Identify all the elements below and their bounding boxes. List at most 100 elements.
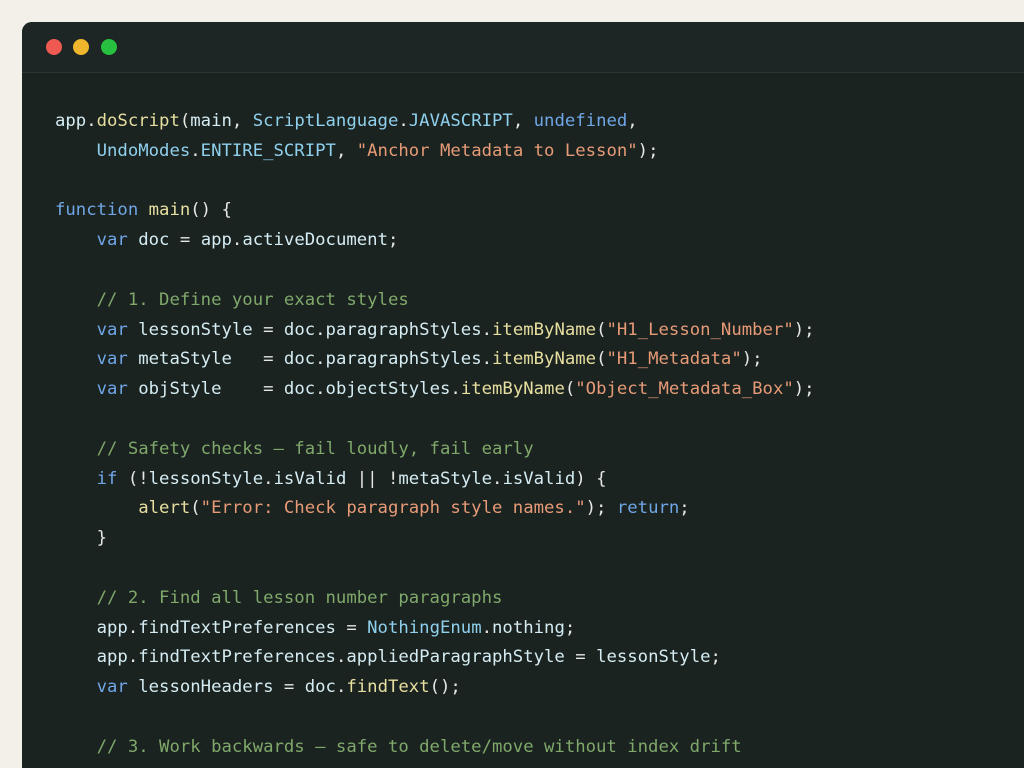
code-token: = xyxy=(221,379,284,400)
code-token: ; xyxy=(564,617,576,638)
code-token: . xyxy=(315,349,326,370)
code-token: function xyxy=(55,200,139,221)
code-line: app.doScript(main, ScriptLanguage.JAVASC… xyxy=(55,107,815,137)
code-token: nothing xyxy=(492,617,565,638)
code-line: ​ xyxy=(55,405,815,435)
code-token: ); xyxy=(585,498,617,519)
editor-window: app.doScript(main, ScriptLanguage.JAVASC… xyxy=(22,22,1024,768)
code-line: } xyxy=(55,524,815,554)
code-token: = xyxy=(273,677,305,698)
code-line: ​ xyxy=(55,554,815,584)
code-token: findTextPreferences xyxy=(138,617,336,638)
code-token: objStyle xyxy=(138,379,222,400)
code-line: var lessonStyle = doc.paragraphStyles.it… xyxy=(55,316,815,346)
close-window-button[interactable] xyxy=(46,39,62,55)
code-token: . xyxy=(263,468,274,489)
code-line: alert("Error: Check paragraph style name… xyxy=(55,494,815,524)
code-token: ( xyxy=(179,111,191,131)
code-token: = xyxy=(564,647,597,668)
code-token: metaStyle xyxy=(398,468,493,489)
code-line: // 1. Define your exact styles xyxy=(55,286,815,316)
code-token: lessonStyle xyxy=(138,319,253,340)
code-token: . xyxy=(481,319,493,340)
code-token: ; xyxy=(710,647,721,668)
code-token: var xyxy=(96,379,128,400)
code-token: . xyxy=(398,111,409,131)
code-token: . xyxy=(315,319,326,340)
code-token: JAVASCRIPT xyxy=(408,111,513,131)
code-line: ​ xyxy=(55,703,815,733)
code-line: ​ xyxy=(55,167,815,197)
minimize-window-button[interactable] xyxy=(73,39,89,55)
code-token: = xyxy=(252,319,284,340)
code-line: // 2. Find all lesson number paragraphs xyxy=(55,584,815,614)
code-token: ; xyxy=(679,498,690,519)
code-token: doc xyxy=(138,230,170,251)
code-token: var xyxy=(96,230,128,251)
code-token: } xyxy=(55,528,108,549)
code-token: // Safety checks — fail loudly, fail ear… xyxy=(96,438,534,459)
code-token: || ! xyxy=(346,468,399,489)
code-token: ( xyxy=(596,319,607,340)
code-token: () { xyxy=(190,200,232,221)
code-token: doc xyxy=(283,349,316,370)
code-line: function main() { xyxy=(55,196,815,226)
code-line: if (!lessonStyle.isValid || !metaStyle.i… xyxy=(55,465,815,495)
code-token: , xyxy=(335,140,357,161)
code-token: ( xyxy=(190,498,201,519)
code-token: "Anchor Metadata to Lesson" xyxy=(356,140,638,161)
code-token: ); xyxy=(637,140,659,161)
code-line: ​ xyxy=(55,256,815,286)
code-token: activeDocument xyxy=(242,230,388,251)
title-bar xyxy=(22,22,1024,73)
code-token: . xyxy=(231,230,243,251)
code-token: . xyxy=(127,617,139,638)
code-line: var lessonHeaders = doc.findText(); xyxy=(55,673,815,703)
code-block: app.doScript(main, ScriptLanguage.JAVASC… xyxy=(55,107,815,763)
maximize-window-button[interactable] xyxy=(101,39,117,55)
code-token: paragraphStyles xyxy=(325,349,482,370)
code-token: doc xyxy=(283,319,316,340)
code-token: . xyxy=(492,468,503,489)
code-token: app xyxy=(55,111,87,131)
code-token: findTextPreferences xyxy=(138,647,336,668)
code-token: if xyxy=(96,468,118,489)
code-line: // 3. Work backwards — safe to delete/mo… xyxy=(55,733,815,763)
code-token: ); xyxy=(793,319,815,340)
code-token: itemByName xyxy=(492,319,597,340)
code-token: lessonHeaders xyxy=(138,677,274,698)
code-token: . xyxy=(190,140,201,161)
code-token: metaStyle xyxy=(138,349,232,370)
code-token: ( xyxy=(596,349,607,370)
code-line: UndoModes.ENTIRE_SCRIPT, "Anchor Metadat… xyxy=(55,137,815,167)
code-token: = xyxy=(335,617,368,638)
code-token: . xyxy=(481,617,493,638)
code-token: , xyxy=(231,111,253,131)
code-token: . xyxy=(335,677,347,698)
code-token: "H1_Metadata" xyxy=(606,349,742,370)
code-token: main xyxy=(190,111,232,131)
code-line: app.findTextPreferences = NothingEnum.no… xyxy=(55,614,815,644)
code-line: var doc = app.activeDocument; xyxy=(55,226,815,256)
code-line: var objStyle = doc.objectStyles.itemByNa… xyxy=(55,375,815,405)
code-token: itemByName xyxy=(460,379,565,400)
code-token: . xyxy=(127,647,139,668)
code-token: objectStyles xyxy=(325,379,451,400)
code-token: . xyxy=(481,349,493,370)
code-token: , xyxy=(512,111,534,131)
code-token: (); xyxy=(429,677,461,698)
